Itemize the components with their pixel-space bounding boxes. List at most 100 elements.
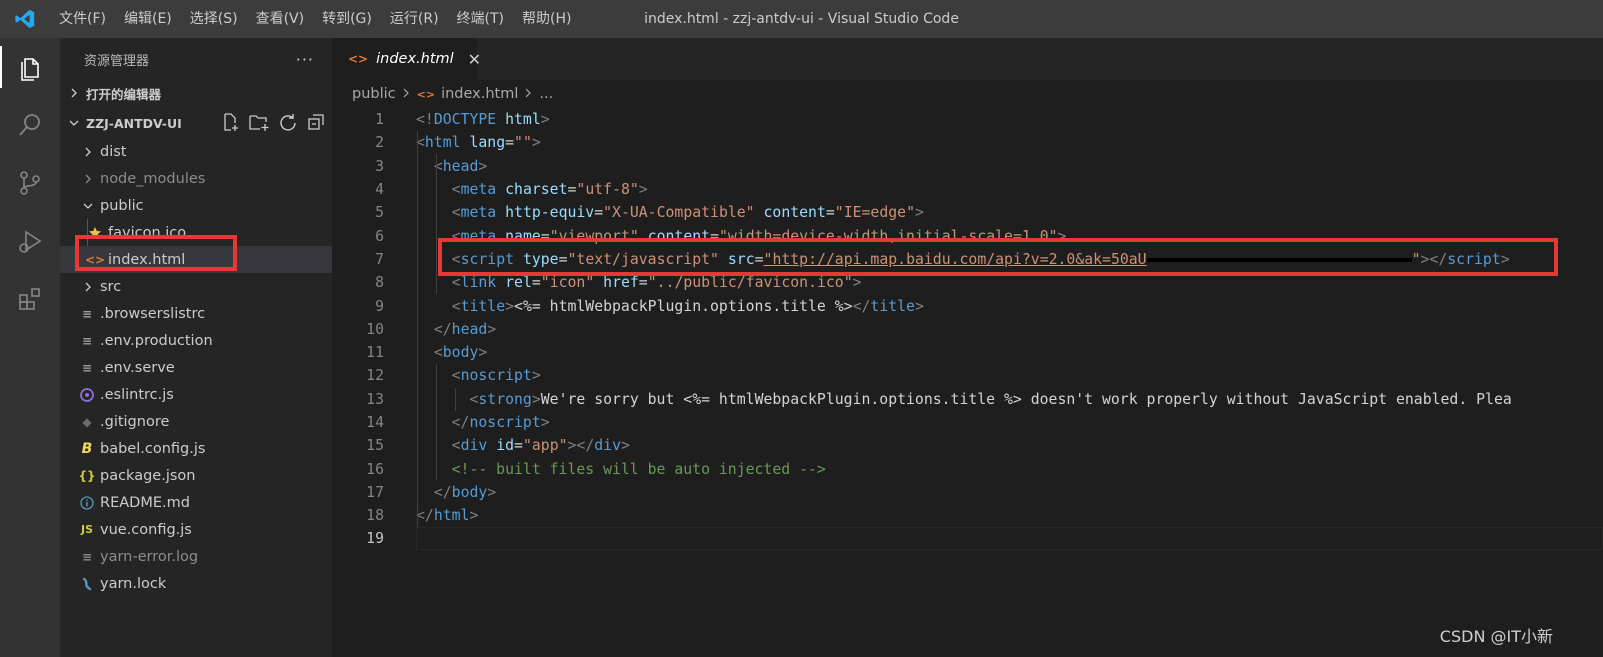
- tree-item-label: public: [100, 197, 144, 214]
- code-line: 17 </body>: [332, 481, 1603, 504]
- tree-item-label: dist: [100, 143, 127, 160]
- menu-file[interactable]: 文件(F): [50, 0, 115, 38]
- new-folder-icon[interactable]: [248, 112, 270, 135]
- watermark: CSDN @IT小新: [1439, 627, 1553, 646]
- tree-item-label: README.md: [100, 494, 190, 511]
- tree-file-env-serve[interactable]: ≡ .env.serve: [60, 354, 332, 381]
- tree-item-label: vue.config.js: [100, 521, 192, 538]
- line-number: 5: [375, 204, 384, 222]
- menu-help[interactable]: 帮助(H): [513, 0, 580, 38]
- tree-folder-dist[interactable]: dist: [60, 138, 332, 165]
- json-icon: {}: [78, 468, 96, 483]
- line-number: 4: [375, 181, 384, 199]
- tree-file-yarn-lock[interactable]: yarn.lock: [60, 570, 332, 597]
- html-icon: <>: [348, 52, 369, 66]
- code-token: lang: [469, 134, 506, 152]
- tree-folder-src[interactable]: src: [60, 273, 332, 300]
- breadcrumb-symbol[interactable]: ...: [539, 86, 553, 102]
- yarn-icon: [78, 577, 96, 591]
- indent-guide: [455, 388, 456, 411]
- line-number: 12: [366, 367, 384, 385]
- open-editors-section[interactable]: 打开的编辑器: [60, 80, 332, 106]
- tree-item-label: package.json: [100, 467, 196, 484]
- tab-bar: <> index.html ✕: [332, 38, 1603, 80]
- title-bar: 文件(F) 编辑(E) 选择(S) 查看(V) 转到(G) 运行(R) 终端(T…: [0, 0, 1603, 38]
- code-token: "http://api.map.baidu.com/api?v=2.0&ak=5…: [763, 250, 1147, 268]
- tree-file-yarn-error-log[interactable]: ≡ yarn-error.log: [60, 543, 332, 570]
- line-number: 15: [366, 437, 384, 455]
- code-token: "width=device-width,initial-scale=1.0": [718, 227, 1058, 245]
- code-token: rel: [505, 274, 532, 292]
- code-token: "utf-8": [576, 181, 639, 199]
- breadcrumb-public[interactable]: public: [352, 86, 396, 102]
- code-token: id: [496, 437, 515, 455]
- tree-file-favicon[interactable]: favicon.ico: [60, 219, 332, 246]
- code-token: "icon": [540, 274, 595, 292]
- indent-guide: [436, 154, 437, 294]
- chevron-right-icon: [66, 88, 82, 98]
- tree-file-vue-config[interactable]: JS vue.config.js: [60, 516, 332, 543]
- eslint-icon: [78, 387, 96, 402]
- code-line: 16 <!-- built files will be auto injecte…: [332, 457, 1603, 480]
- indent-guide: [436, 364, 437, 480]
- tree-item-label: babel.config.js: [100, 440, 206, 457]
- refresh-icon[interactable]: [278, 112, 298, 135]
- menu-run[interactable]: 运行(R): [381, 0, 448, 38]
- explorer-title: 资源管理器: [84, 53, 150, 69]
- code-line: 10 </head>: [332, 318, 1603, 341]
- tree-file-browserslistrc[interactable]: ≡ .browserslistrc: [60, 300, 332, 327]
- chevron-right-icon: [524, 86, 533, 102]
- tree-file-env-production[interactable]: ≡ .env.production: [60, 327, 332, 354]
- activity-bar: [0, 38, 60, 657]
- menu-go[interactable]: 转到(G): [313, 0, 381, 38]
- code-token: "app": [522, 437, 568, 455]
- code-editor[interactable]: 1 <!DOCTYPE html> 2 <html lang=""> 3 <head…: [332, 108, 1603, 551]
- code-token: http-equiv: [505, 204, 595, 222]
- menu-view[interactable]: 查看(V): [247, 0, 314, 38]
- tree-file-index-html[interactable]: <> index.html: [60, 246, 332, 273]
- menu-edit[interactable]: 编辑(E): [115, 0, 181, 38]
- line-number: 11: [366, 344, 384, 362]
- tree-file-gitignore[interactable]: ◆ .gitignore: [60, 408, 332, 435]
- editor-area: <> index.html ✕ public <> index.html ...…: [332, 38, 1603, 657]
- code-token: html: [424, 134, 461, 152]
- tree-file-babel-config[interactable]: B babel.config.js: [60, 435, 332, 462]
- collapse-all-icon[interactable]: [306, 112, 326, 135]
- explorer-icon[interactable]: [0, 38, 60, 96]
- close-icon[interactable]: ✕: [468, 50, 481, 69]
- code-line: 15 <div id="app"></div>: [332, 434, 1603, 457]
- menu-selection[interactable]: 选择(S): [181, 0, 247, 38]
- code-token: "viewport": [549, 227, 639, 245]
- tree-file-readme[interactable]: README.md: [60, 489, 332, 516]
- tab-index-html[interactable]: <> index.html ✕: [332, 38, 481, 80]
- run-debug-icon[interactable]: [0, 212, 60, 270]
- search-icon[interactable]: [0, 96, 60, 154]
- tree-file-package-json[interactable]: {} package.json: [60, 462, 332, 489]
- redacted-key: [1146, 257, 1412, 262]
- lines-icon: ≡: [81, 360, 93, 375]
- new-file-icon[interactable]: [220, 112, 240, 135]
- babel-icon: B: [81, 440, 93, 457]
- code-line: 18 </html>: [332, 504, 1603, 527]
- code-line: 13 <strong>We're sorry but <%= htmlWebpa…: [332, 388, 1603, 411]
- project-section[interactable]: ZZJ-ANTDV-UI: [60, 110, 332, 136]
- more-actions-icon[interactable]: ···: [296, 50, 314, 69]
- breadcrumb-index-html[interactable]: index.html: [441, 86, 518, 102]
- source-control-icon[interactable]: [0, 154, 60, 212]
- tree-item-label: .env.production: [100, 332, 213, 349]
- tree-file-eslintrc[interactable]: .eslintrc.js: [60, 381, 332, 408]
- code-token: "text/javascript": [567, 250, 719, 268]
- menu-terminal[interactable]: 终端(T): [448, 0, 513, 38]
- extensions-icon[interactable]: [0, 270, 60, 328]
- tree-folder-public[interactable]: public: [60, 192, 332, 219]
- code-token: content: [763, 204, 826, 222]
- code-token: "": [514, 134, 532, 152]
- line-number: 19: [366, 530, 384, 548]
- line-number: 17: [366, 483, 384, 501]
- tree-item-label: .browserslistrc: [100, 305, 206, 322]
- line-number: 6: [375, 227, 384, 245]
- current-line-highlight: [416, 527, 1603, 551]
- tree-folder-node-modules[interactable]: node_modules: [60, 165, 332, 192]
- line-number: 3: [375, 157, 384, 175]
- tree-item-label: .gitignore: [100, 413, 170, 430]
